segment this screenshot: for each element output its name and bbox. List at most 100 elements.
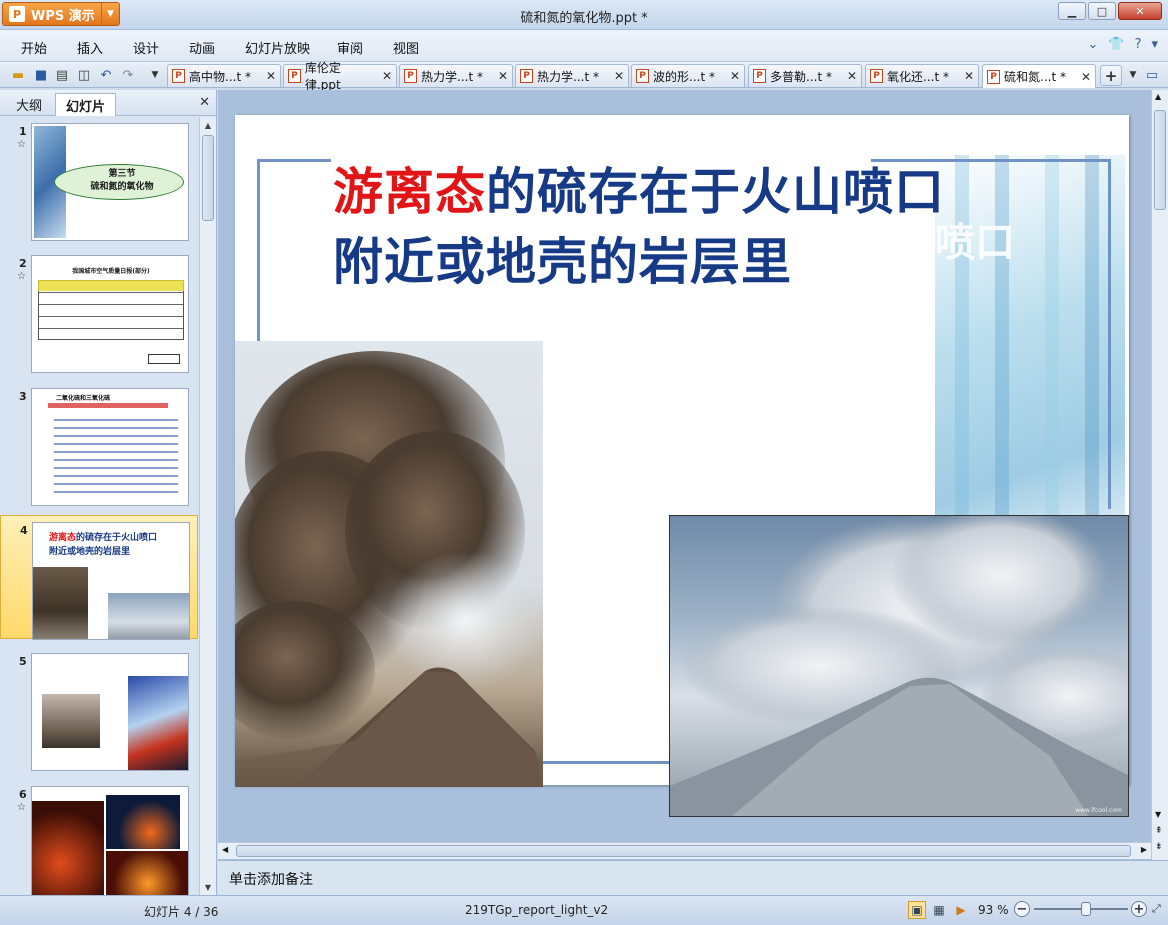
menu-slideshow[interactable]: 幻灯片放映 xyxy=(245,38,310,57)
zoom-slider-knob[interactable] xyxy=(1080,902,1091,916)
menu-insert[interactable]: 插入 xyxy=(77,38,103,57)
print-preview-icon[interactable]: ◫ xyxy=(75,66,93,84)
title-line2: 附近或地壳的岩层里 xyxy=(333,232,792,291)
undo-icon[interactable]: ↶ xyxy=(97,66,115,84)
scroll-thumb[interactable] xyxy=(236,845,1131,857)
volcano-ash-drawing xyxy=(670,516,1128,816)
menu-view[interactable]: 视图 xyxy=(393,38,419,57)
tab-label: 波的形...t * xyxy=(653,69,715,84)
title-bar: P WPS 演示 ▼ 硫和氮的氧化物.ppt * ▁ □ ✕ xyxy=(0,0,1168,30)
close-tab-icon[interactable]: ✕ xyxy=(492,69,508,83)
slide-canvas[interactable]: 喷口 游离态的硫存在于火山喷口 附近或地壳的岩层里 www.lfcool.com xyxy=(235,115,1129,817)
open-folder-icon[interactable]: ▬ xyxy=(9,66,27,84)
slide-thumbnail-6[interactable]: 6 ☆ xyxy=(0,780,198,895)
scroll-up-icon[interactable]: ▲ xyxy=(1155,92,1161,101)
tab-doc-1[interactable]: P 高中物...t * ✕ xyxy=(167,64,281,87)
ppt-file-icon: P xyxy=(870,69,883,83)
thumbnail-list: 1 ☆ 第三节 硫和氮的氧化物 2 ☆ 我国城市空气质量日报(部分) 3 二氧化… xyxy=(0,117,198,895)
tab-outline[interactable]: 大纲 xyxy=(6,93,52,116)
thumb-preview: 游离态的硫存在于火山喷口 附近或地壳的岩层里 xyxy=(32,522,190,640)
scroll-right-icon[interactable]: ▶ xyxy=(1141,845,1147,854)
zoom-in-button[interactable]: + xyxy=(1131,901,1147,917)
slide-thumbnail-2[interactable]: 2 ☆ 我国城市空气质量日报(部分) xyxy=(0,249,198,373)
thumb-caption: 第三节 硫和氮的氧化物 xyxy=(90,169,154,192)
volcano-ash-image[interactable]: www.lfcool.com xyxy=(669,515,1129,817)
close-tab-icon[interactable]: ✕ xyxy=(260,69,276,83)
slideshow-icon[interactable]: ▶ xyxy=(952,901,970,919)
scroll-up-icon[interactable]: ▲ xyxy=(200,117,216,133)
collapse-ribbon-icon[interactable]: ⌄ xyxy=(1087,37,1098,52)
next-slide-icon[interactable]: ⇟ xyxy=(1155,842,1163,852)
status-bar: 幻灯片 4 / 36 219TGp_report_light_v2 ▣ ▦ ▶ … xyxy=(0,895,1168,925)
close-tab-icon[interactable]: ✕ xyxy=(841,69,857,83)
thumb-caption: 我国城市空气质量日报(部分) xyxy=(72,268,150,275)
tab-doc-3[interactable]: P 热力学...t * ✕ xyxy=(399,64,513,87)
close-tab-icon[interactable]: ✕ xyxy=(608,69,624,83)
frame-line xyxy=(257,159,331,162)
skin-shirt-icon[interactable]: 👕 xyxy=(1108,37,1124,52)
close-window-button[interactable]: ✕ xyxy=(1118,2,1162,20)
restore-layout-icon[interactable]: ▭ xyxy=(1143,66,1161,84)
close-pane-icon[interactable]: ✕ xyxy=(199,95,210,110)
new-tab-button[interactable]: + xyxy=(1100,65,1122,86)
ppt-file-icon: P xyxy=(288,69,301,83)
slide-thumbnail-4[interactable]: 4 游离态的硫存在于火山喷口 附近或地壳的岩层里 xyxy=(0,515,198,640)
tab-doc-2[interactable]: P 库伦定律.ppt ✕ xyxy=(283,61,397,92)
maximize-button[interactable]: □ xyxy=(1088,2,1116,20)
close-tab-icon[interactable]: ✕ xyxy=(958,69,974,83)
tab-label: 热力学...t * xyxy=(537,69,599,84)
slide-thumbnail-1[interactable]: 1 ☆ 第三节 硫和氮的氧化物 xyxy=(0,117,198,241)
help-dropdown-icon[interactable]: ▾ xyxy=(1151,37,1158,52)
ppt-file-icon: P xyxy=(753,69,766,83)
scroll-thumb[interactable] xyxy=(1154,110,1166,210)
customize-toolbar-icon[interactable]: ▼ xyxy=(146,66,164,84)
menu-home[interactable]: 开始 xyxy=(21,38,47,57)
thumb-number: 4 xyxy=(20,524,28,537)
image-watermark: www.lfcool.com xyxy=(1075,807,1122,814)
thumb-caption: 二氧化硫和三氧化硫 xyxy=(56,395,111,402)
tab-doc-7[interactable]: P 氧化还...t * ✕ xyxy=(865,64,979,87)
volcano-eruption-image[interactable] xyxy=(235,341,543,787)
notes-pane[interactable]: 单击添加备注 xyxy=(218,860,1168,895)
scroll-left-icon[interactable]: ◀ xyxy=(222,845,228,854)
volcano-eruption-drawing xyxy=(235,351,543,787)
menu-animation[interactable]: 动画 xyxy=(189,38,215,57)
print-icon[interactable]: ▤ xyxy=(53,66,71,84)
fit-window-icon[interactable]: ⤢ xyxy=(1152,902,1161,916)
slide-horizontal-scrollbar[interactable]: ◀ ▶ xyxy=(218,842,1151,859)
save-icon[interactable]: ■ xyxy=(32,66,50,84)
slide-thumbnail-5[interactable]: 5 xyxy=(0,647,198,771)
minimize-button[interactable]: ▁ xyxy=(1058,2,1086,20)
theme-name: 219TGp_report_light_v2 xyxy=(465,903,609,917)
slide-title[interactable]: 游离态的硫存在于火山喷口 附近或地壳的岩层里 xyxy=(333,157,1053,297)
animation-star-icon: ☆ xyxy=(17,139,26,150)
thumbnail-scrollbar[interactable]: ▲ ▼ xyxy=(199,117,216,895)
tab-doc-4[interactable]: P 热力学...t * ✕ xyxy=(515,64,629,87)
close-tab-icon[interactable]: ✕ xyxy=(1075,70,1091,84)
close-tab-icon[interactable]: ✕ xyxy=(376,69,392,83)
frame-line xyxy=(257,159,260,345)
slide-sorter-icon[interactable]: ▦ xyxy=(930,901,948,919)
menu-review[interactable]: 审阅 xyxy=(337,38,363,57)
tab-doc-5[interactable]: P 波的形...t * ✕ xyxy=(631,64,745,87)
slide-thumbnail-3[interactable]: 3 二氧化硫和三氧化硫 xyxy=(0,382,198,506)
thumb-preview xyxy=(31,653,189,771)
tab-doc-6[interactable]: P 多普勒...t * ✕ xyxy=(748,64,862,87)
previous-slide-icon[interactable]: ⇞ xyxy=(1155,826,1163,836)
slide-vertical-scrollbar[interactable]: ▲ ▼ ⇞ ⇟ xyxy=(1151,90,1168,860)
thumb-preview xyxy=(31,786,189,895)
scroll-down-icon[interactable]: ▼ xyxy=(200,879,216,895)
scroll-down-icon[interactable]: ▼ xyxy=(1155,810,1161,819)
scroll-thumb[interactable] xyxy=(202,135,214,221)
normal-view-icon[interactable]: ▣ xyxy=(908,901,926,919)
slide-indicator: 幻灯片 4 / 36 xyxy=(144,905,219,919)
close-tab-icon[interactable]: ✕ xyxy=(724,69,740,83)
ppt-file-icon: P xyxy=(404,69,417,83)
redo-icon[interactable]: ↷ xyxy=(119,66,137,84)
tab-slides[interactable]: 幻灯片 xyxy=(55,93,117,116)
tab-list-dropdown-icon[interactable]: ▼ xyxy=(1124,66,1142,84)
zoom-out-button[interactable]: − xyxy=(1014,901,1030,917)
menu-design[interactable]: 设计 xyxy=(133,38,159,57)
tab-doc-active[interactable]: P 硫和氮...t * ✕ xyxy=(982,64,1096,88)
help-icon[interactable]: ? xyxy=(1135,37,1142,52)
